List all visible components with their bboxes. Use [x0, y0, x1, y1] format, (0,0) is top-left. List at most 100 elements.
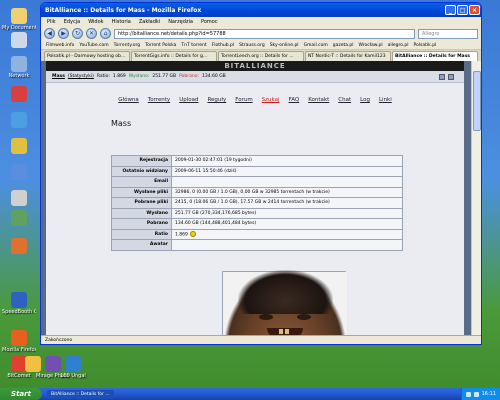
- bookmark-link[interactable]: allegro.pl: [388, 43, 409, 48]
- desktop-icon-image: [11, 330, 27, 346]
- bookmark-link[interactable]: Strauss.org: [239, 43, 265, 48]
- bookmark-link[interactable]: Wrocław.pl: [359, 43, 383, 48]
- bookmark-link[interactable]: gazeta.pl: [333, 43, 354, 48]
- detail-key: Wysłane pliki: [111, 186, 172, 198]
- desktop-icon-image: [11, 164, 27, 180]
- menu-item[interactable]: Pomoc: [201, 19, 218, 25]
- menu-item[interactable]: Edycja: [64, 19, 81, 25]
- site-nav-link[interactable]: Kontakt: [308, 97, 329, 103]
- site-nav-link[interactable]: Upload: [179, 97, 198, 103]
- browser-tab[interactable]: TorrentGigs.info :: Details for g...: [131, 51, 217, 61]
- window-titlebar[interactable]: BitAlliance :: Details for Mass - Mozill…: [41, 3, 481, 17]
- detail-value: 2009-01-30 02:47:01 (19 tygodni): [171, 155, 403, 167]
- site-nav-link[interactable]: Linki: [379, 97, 392, 103]
- clock: 16:11: [481, 391, 496, 397]
- desktop-icon-image: [11, 238, 27, 254]
- bookmark-link[interactable]: Polsatik.pl: [413, 43, 436, 48]
- user-stats-link[interactable]: (Statystyki): [68, 74, 94, 79]
- desktop-icon-image: [11, 32, 27, 48]
- detail-value: 1.869: [171, 228, 403, 240]
- uploaded-value: 251.77 GB: [152, 74, 177, 79]
- site-nav-link[interactable]: Torrenty: [148, 97, 170, 103]
- page-viewport: BITALLIANCE Mass (Statystyki) Ratio: 1.8…: [41, 61, 481, 335]
- stop-icon[interactable]: ✕: [86, 28, 97, 39]
- search-box[interactable]: Allegro: [418, 28, 478, 39]
- reload-icon[interactable]: ↻: [72, 28, 83, 39]
- firefox-window: BitAlliance :: Details for Mass - Mozill…: [40, 2, 482, 345]
- user-name[interactable]: Mass: [52, 74, 65, 79]
- taskbar-item-firefox[interactable]: BitAlliance :: Details for ...: [47, 389, 114, 399]
- menu-item[interactable]: Historia: [112, 19, 131, 25]
- downloaded-label: Pobrano:: [179, 74, 200, 79]
- browser-tab[interactable]: BitAlliance :: Details for Mass: [392, 51, 478, 61]
- bookmark-link[interactable]: TnT torrent: [181, 43, 206, 48]
- user-bar: Mass (Statystyki) Ratio: 1.869 Wysłano: …: [46, 71, 464, 83]
- bookmark-link[interactable]: Torrenty.org: [114, 43, 140, 48]
- minimize-icon[interactable]: _: [445, 5, 456, 15]
- bookmarks-toolbar: Filmweb.info YouTube.com Torrenty.org Torre…: [41, 41, 481, 50]
- uploaded-label: Wysłano:: [128, 74, 150, 79]
- bookmark-link[interactable]: Flothub.pl: [212, 43, 234, 48]
- menu-item[interactable]: Zakładki: [139, 19, 160, 25]
- close-icon[interactable]: ×: [469, 5, 480, 15]
- desktop-icon-label: My Documents: [2, 25, 36, 31]
- avatar: [222, 270, 347, 335]
- scrollbar-thumb[interactable]: [473, 71, 481, 131]
- settings-icon[interactable]: [448, 73, 454, 80]
- site-banner: BITALLIANCE: [46, 61, 464, 71]
- desktop-icon[interactable]: Network: [2, 56, 36, 79]
- maximize-icon[interactable]: □: [457, 5, 468, 15]
- site-nav-link[interactable]: Chat: [338, 97, 351, 103]
- url-bar[interactable]: http://bitalliance.net/details.php?id=57…: [114, 28, 415, 39]
- network-icon[interactable]: [465, 391, 471, 397]
- desktop-icon[interactable]: [2, 138, 36, 155]
- inbox-icon[interactable]: [439, 73, 445, 80]
- detail-key: Pobrane pliki: [111, 197, 172, 209]
- detail-key: Pobrano: [111, 218, 172, 230]
- menu-item[interactable]: Widok: [88, 19, 103, 25]
- ratio-label: Ratio:: [96, 74, 110, 79]
- detail-value: 32986, 0 (0.00 GB / 1.0 GB), 0.00 GB w 3…: [171, 186, 403, 198]
- desktop-icon[interactable]: Mozilla Firefox: [2, 330, 36, 353]
- desktop-icon[interactable]: [2, 32, 36, 49]
- site-nav-link[interactable]: Forum: [235, 97, 252, 103]
- menu-item[interactable]: Plik: [47, 19, 56, 25]
- bookmark-link[interactable]: Sky-online.pl: [270, 43, 299, 48]
- site-nav-link[interactable]: Szukaj: [262, 97, 280, 103]
- home-icon[interactable]: ⌂: [100, 28, 111, 39]
- desktop-icon[interactable]: My Documents: [2, 8, 36, 31]
- browser-tab[interactable]: Polsatik.pl - Darmowy hosting ob...: [44, 51, 130, 61]
- table-row: Wysłane pliki 32986, 0 (0.00 GB / 1.0 GB)…: [111, 186, 403, 198]
- smiley-icon: [189, 231, 196, 237]
- browser-tab[interactable]: NT Nordic-T :: Details for Kamil123: [305, 51, 391, 61]
- menu-bar: Plik Edycja Widok Historia Zakładki Narzędzia…: [41, 17, 481, 26]
- desktop-icon[interactable]: [2, 190, 36, 207]
- bookmark-link[interactable]: Torrent Polska: [145, 43, 176, 48]
- page-scrollbar[interactable]: [471, 61, 481, 335]
- bookmark-link[interactable]: YouTube.com: [79, 43, 108, 48]
- site-nav-link[interactable]: Reguły: [207, 97, 226, 103]
- desktop-icon[interactable]: 100 Ungal: [56, 356, 90, 379]
- bookmark-link[interactable]: Gmail.com: [304, 43, 328, 48]
- start-button[interactable]: Start: [0, 388, 42, 400]
- menu-item[interactable]: Narzędzia: [168, 19, 193, 25]
- desktop-icon[interactable]: [2, 238, 36, 255]
- desktop-icon[interactable]: [2, 112, 36, 129]
- volume-icon[interactable]: [473, 391, 479, 397]
- forward-icon[interactable]: ▶: [58, 28, 69, 39]
- avatar-photo: [223, 270, 347, 335]
- desktop-icon[interactable]: [2, 210, 36, 227]
- bookmark-link[interactable]: Filmweb.info: [46, 43, 74, 48]
- site-nav-link[interactable]: Główna: [118, 97, 139, 103]
- browser-tab[interactable]: TorrentLeech.org :: Details for ...: [218, 51, 304, 61]
- desktop-icon-image: [11, 292, 27, 308]
- desktop-icon[interactable]: SpeedBooth Connection: [2, 292, 36, 315]
- detail-value: 251.77 GB (270,334,176,685 bytes): [171, 207, 403, 219]
- desktop-icon[interactable]: [2, 164, 36, 181]
- site-nav-link[interactable]: Log: [360, 97, 370, 103]
- status-bar: Zakończono: [41, 335, 481, 344]
- desktop-icon[interactable]: [2, 86, 36, 103]
- back-icon[interactable]: ◀: [44, 28, 55, 39]
- desktop-icon-image: [11, 56, 27, 72]
- site-nav-link[interactable]: FAQ: [289, 97, 300, 103]
